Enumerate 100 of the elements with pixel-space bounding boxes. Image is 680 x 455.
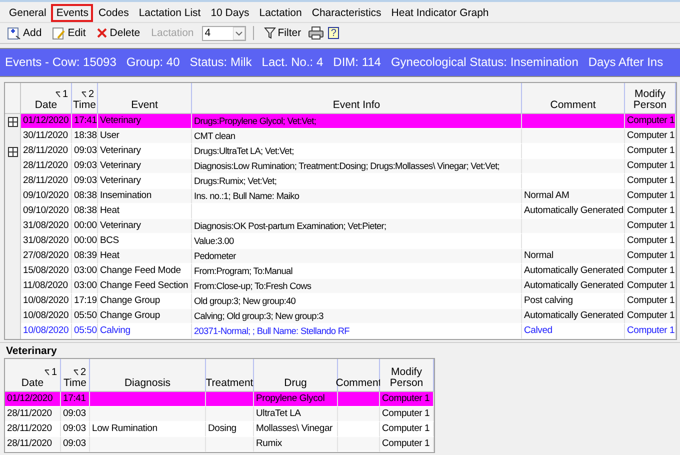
table-cell: Change Feed Section — [98, 279, 192, 294]
dropdown-caret-icon — [232, 26, 245, 40]
table-cell: Ins. no.:1; Bull Name: Maiko — [192, 189, 522, 204]
column-header[interactable]: Comment — [522, 83, 625, 114]
column-header[interactable]: 1 Date — [5, 359, 61, 392]
sort-icon — [73, 369, 80, 376]
sort-order: 2 — [80, 367, 86, 378]
column-header[interactable]: Treatment — [206, 359, 254, 392]
tab[interactable]: Events — [51, 4, 94, 22]
column-header[interactable]: Modify Person — [625, 83, 676, 114]
filter-button[interactable]: Filter — [260, 27, 304, 39]
tab[interactable]: 10 Days — [206, 4, 254, 22]
table-cell: 28/11/2020 — [5, 407, 61, 422]
table-cell: 10/08/2020 — [21, 309, 72, 324]
section-title: Veterinary — [6, 345, 57, 357]
table-cell: 28/11/2020 — [5, 437, 61, 452]
table-cell: From:Close-up; To:Fresh Cows — [192, 279, 522, 294]
sort-order: 2 — [88, 89, 94, 100]
row-selector[interactable] — [5, 144, 21, 159]
tab[interactable]: Heat Indicator Graph — [386, 4, 494, 22]
table-cell: Computer 1 — [380, 392, 434, 407]
table-cell: 00:00 — [72, 219, 98, 234]
sort-order: 1 — [51, 367, 57, 378]
table-cell: Computer 1 — [625, 129, 676, 144]
delete-icon — [96, 27, 108, 39]
table-cell: 11/08/2020 — [21, 279, 72, 294]
expand-icon[interactable] — [8, 146, 18, 156]
table-cell: Veterinary — [98, 114, 192, 129]
table-cell: 30/11/2020 — [21, 129, 72, 144]
table-cell: 09:03 — [72, 159, 98, 174]
column-header[interactable]: Diagnosis — [90, 359, 206, 392]
table-cell: 01/12/2020 — [5, 392, 61, 407]
column-header[interactable]: 2 Time — [72, 83, 98, 114]
table-cell — [206, 392, 254, 407]
table-cell: Pedometer — [192, 249, 522, 264]
table-cell: Computer 1 — [625, 249, 676, 264]
sort-icon — [55, 91, 62, 98]
lactation-label: Lactation — [150, 27, 195, 39]
expand-icon[interactable] — [8, 116, 18, 126]
table-cell: Normal AM — [522, 189, 625, 204]
table-cell: UltraTet LA — [254, 407, 338, 422]
delete-button[interactable]: Delete — [92, 27, 144, 39]
table-cell: Propylene Glycol — [254, 392, 338, 407]
table-cell: 08:38 — [72, 189, 98, 204]
tab[interactable]: Lactation List — [134, 4, 206, 22]
table-cell: Calving — [98, 324, 192, 339]
tab[interactable]: General — [4, 4, 52, 22]
table-cell: Normal — [522, 249, 625, 264]
table-cell — [338, 392, 380, 407]
table-cell: Computer 1 — [625, 324, 676, 339]
table-cell: User — [98, 129, 192, 144]
add-button[interactable]: Add — [4, 26, 45, 40]
edit-button[interactable]: Edit — [48, 26, 89, 40]
sort-order: 1 — [62, 89, 68, 100]
tab[interactable]: Lactation — [254, 4, 307, 22]
table-cell: 17:41 — [72, 114, 98, 129]
tab[interactable]: Codes — [93, 4, 134, 22]
table-cell: 20371-Normal; ; Bull Name: Stellando RF — [192, 324, 522, 339]
table-cell: Insemination — [98, 189, 192, 204]
sort-icon — [44, 369, 50, 376]
table-cell: 10/08/2020 — [21, 324, 72, 339]
table-cell: 05:50 — [72, 324, 98, 339]
table-cell: Change Group — [98, 309, 192, 324]
table-cell: Calved — [522, 324, 625, 339]
table-cell: Computer 1 — [625, 189, 676, 204]
table-cell — [338, 407, 380, 422]
table-cell: 09/10/2020 — [21, 189, 72, 204]
table-cell: Computer 1 — [380, 407, 434, 422]
table-cell — [206, 407, 254, 422]
table-cell: 27/08/2020 — [21, 249, 72, 264]
table-cell: 09:03 — [61, 407, 90, 422]
table-cell: Diagnosis:OK Post-partum Examination; Vet:Pieter; — [192, 219, 522, 234]
table-cell: Computer 1 — [625, 309, 676, 324]
table-cell: CMT clean — [192, 129, 522, 144]
table-cell: Veterinary — [98, 219, 192, 234]
column-header[interactable]: Comment — [338, 359, 380, 392]
table-cell: 31/08/2020 — [21, 219, 72, 234]
table-cell: 09:03 — [61, 437, 90, 452]
table-cell: Automatically Generated — [522, 309, 625, 324]
table-cell: Computer 1 — [625, 279, 676, 294]
tab[interactable]: Characteristics — [306, 4, 386, 22]
help-button[interactable]: ? — [328, 27, 340, 39]
edit-icon — [52, 26, 66, 40]
table-cell: Heat — [98, 249, 192, 264]
column-header[interactable]: 1 Date — [21, 83, 72, 114]
table-cell: Computer 1 — [380, 437, 434, 452]
column-header[interactable]: Event — [98, 83, 192, 114]
table-cell: Computer 1 — [625, 114, 676, 129]
column-header[interactable]: 2 Time — [61, 359, 90, 392]
table-cell: 17:41 — [61, 392, 90, 407]
table-cell: Computer 1 — [625, 159, 676, 174]
column-header[interactable]: Modify Person — [380, 359, 434, 392]
cow-info-banner: Events - Cow: 15093 Group: 40 Status: Milk Lact. No.: 4 DIM: 114 Gynecological Status: Insemination Days After Ins — [0, 49, 680, 76]
table-cell: 28/11/2020 — [21, 159, 72, 174]
column-header[interactable]: Event Info — [192, 83, 522, 114]
table-cell: 05:50 — [72, 309, 98, 324]
filter-icon — [264, 27, 276, 39]
row-selector[interactable] — [5, 114, 21, 129]
printer-icon[interactable] — [308, 26, 324, 40]
table-cell: Computer 1 — [625, 219, 676, 234]
